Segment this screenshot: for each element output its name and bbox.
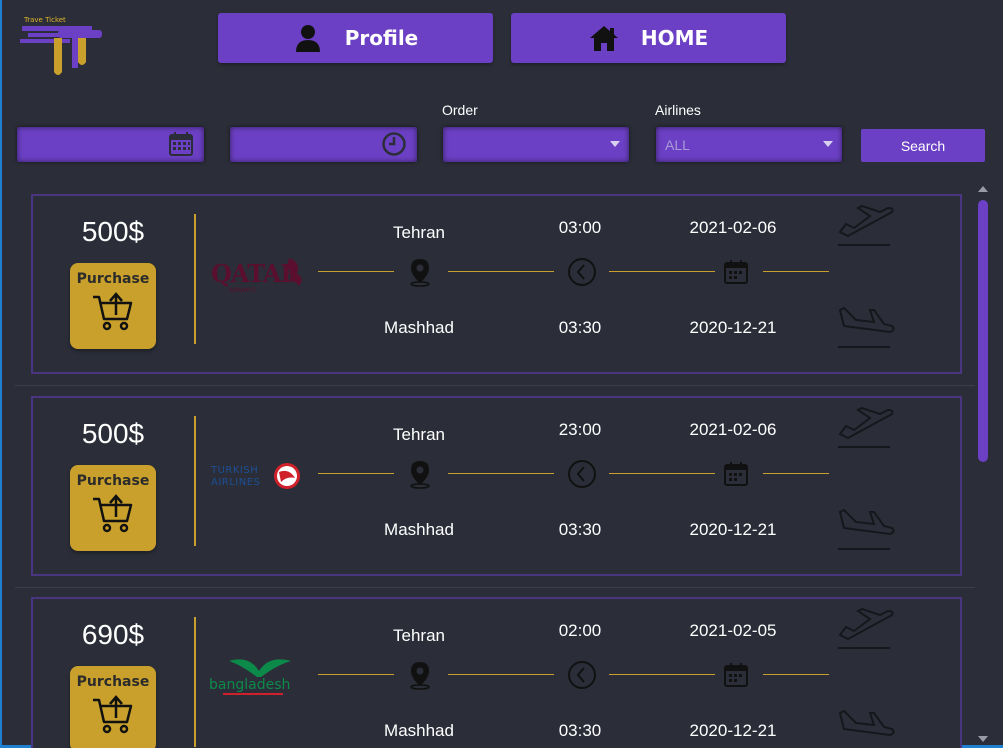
flight-card: 500$ Purchase TURKISH AIRLINES Tehran Ma… [31,396,962,576]
time-picker[interactable] [230,127,417,162]
chevron-down-icon [823,141,833,147]
svg-text:AIRWAYS: AIRWAYS [229,287,256,294]
route-line [318,473,394,474]
route-line [763,271,829,272]
calendar-icon[interactable] [168,131,194,157]
purchase-button-label: Purchase [76,674,150,690]
clock-icon [568,258,596,286]
depart-date: 2021-02-06 [689,218,777,237]
arrive-date: 2020-12-21 [689,721,777,740]
arrive-time: 03:30 [558,318,602,337]
airlines-select[interactable]: ALL [656,127,842,162]
flight-card: 690$ Purchase bangladesh Tehran Mashhad … [31,597,962,748]
airlines-value: ALL [665,136,690,153]
destination-city: Mashhad [384,318,454,337]
location-pin-icon [410,461,430,489]
flight-card: 500$ Purchase QATAR AIRWAYS Tehran Mashh… [31,194,962,374]
home-button-label: HOME [640,26,709,50]
svg-text:AIRLINES: AIRLINES [211,477,260,488]
destination-city: Mashhad [384,520,454,539]
arrive-date: 2020-12-21 [689,520,777,539]
purchase-button-label: Purchase [76,271,150,287]
turkish-airlines-logo: TURKISH AIRLINES [210,463,300,489]
arrive-time: 03:30 [558,520,602,539]
clock-icon [568,661,596,689]
user-icon [295,25,320,52]
depart-date: 2021-02-06 [689,420,777,439]
destination-city: Mashhad [384,721,454,740]
airlines-label: Airlines [655,102,701,118]
price-label: 500$ [81,418,145,449]
route-line [448,473,554,474]
house-icon [589,26,618,51]
card-divider [194,416,196,546]
cart-upload-icon [93,695,133,734]
origin-city: Tehran [393,626,445,645]
origin-city: Tehran [393,223,445,242]
route-line [763,674,829,675]
profile-button[interactable]: Profile [218,13,493,63]
card-divider [194,617,196,747]
row-divider [15,385,975,386]
logo-mark-icon [20,26,102,75]
takeoff-icon [838,406,894,448]
location-pin-icon [410,259,430,287]
route-line [609,473,715,474]
scrollbar-thumb[interactable] [978,200,988,462]
svg-text:bangladesh: bangladesh [209,677,290,693]
price-label: 500$ [81,216,145,247]
svg-text:TURKISH: TURKISH [210,465,258,476]
row-divider [15,587,975,588]
arrive-date: 2020-12-21 [689,318,777,337]
qatar-airways-logo: QATAR AIRWAYS [211,258,302,294]
app-logo: Trave Ticket [18,16,104,78]
search-button[interactable]: Search [861,129,985,162]
scroll-up-arrow[interactable] [978,186,988,192]
route-line [763,473,829,474]
purchase-button[interactable]: Purchase [70,263,156,349]
landing-icon [838,306,895,348]
profile-button-label: Profile [344,26,419,50]
route-line [448,674,554,675]
depart-time: 23:00 [558,420,602,439]
depart-time: 02:00 [558,621,602,640]
logo-text: Trave Ticket [24,16,66,24]
chevron-down-icon [610,141,620,147]
takeoff-icon [838,607,894,649]
landing-icon [838,709,895,737]
order-label: Order [442,102,478,118]
calendar-icon [724,462,748,486]
route-line [609,271,715,272]
depart-date: 2021-02-05 [689,621,777,640]
route-line [448,271,554,272]
purchase-button[interactable]: Purchase [70,666,156,748]
card-divider [194,214,196,344]
biman-bangladesh-logo: bangladesh [209,659,291,695]
purchase-button[interactable]: Purchase [70,465,156,551]
purchase-button-label: Purchase [76,473,150,489]
home-button[interactable]: HOME [511,13,786,63]
price-label: 690$ [81,619,145,650]
calendar-icon [724,260,748,284]
arrive-time: 03:30 [558,721,602,740]
clock-icon[interactable] [381,131,407,157]
svg-text:QATAR: QATAR [211,259,301,288]
date-picker[interactable] [17,127,204,162]
order-select[interactable] [443,127,629,162]
cart-upload-icon [93,494,133,533]
origin-city: Tehran [393,425,445,444]
route-line [318,271,394,272]
cart-upload-icon [93,292,133,331]
clock-icon [568,460,596,488]
calendar-icon [724,663,748,687]
route-line [318,674,394,675]
depart-time: 03:00 [558,218,602,237]
route-line [609,674,715,675]
takeoff-icon [838,204,894,246]
landing-icon [838,508,895,550]
window-border-left [0,0,2,748]
flight-list: 500$ Purchase QATAR AIRWAYS Tehran Mashh… [15,183,975,748]
scroll-down-arrow[interactable] [978,736,988,742]
location-pin-icon [410,662,430,690]
